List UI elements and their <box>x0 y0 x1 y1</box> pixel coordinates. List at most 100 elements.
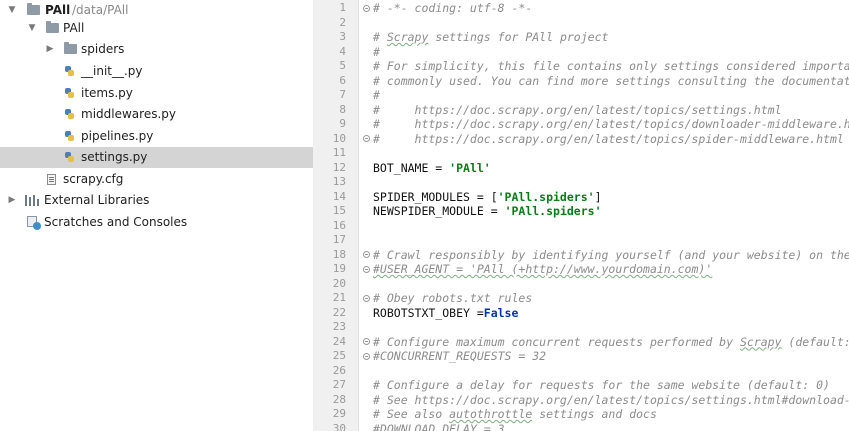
python-file-icon <box>64 87 75 99</box>
code-line[interactable]: #USER_AGENT = 'PAll (+http://www.yourdom… <box>373 262 712 277</box>
line-number: 26 <box>332 363 346 377</box>
code-line[interactable]: #DOWNLOAD_DELAY = 3 <box>373 422 505 431</box>
tree-item-scrapy-cfg[interactable]: scrapy.cfg <box>0 169 313 190</box>
fold-marker-icon[interactable] <box>363 353 370 360</box>
code-line[interactable]: # <box>373 88 380 103</box>
tree-item-pipelines-py[interactable]: pipelines.py <box>0 126 313 147</box>
chevron-right-icon[interactable]: ▶ <box>7 190 17 211</box>
code-token: ROBOTSTXT_OBEY = <box>373 305 484 320</box>
tree-item-items-py[interactable]: items.py <box>0 83 313 104</box>
tree-item-label: items.py <box>81 86 133 100</box>
code-token: Scrapy <box>386 30 429 44</box>
code-line[interactable]: # <box>373 45 380 60</box>
tree-item-middlewares-py[interactable]: middlewares.py <box>0 104 313 125</box>
fold-marker-icon[interactable] <box>363 135 370 142</box>
tree-item-label: spiders <box>81 42 125 56</box>
fold-marker-icon[interactable] <box>363 295 370 302</box>
code-token: 'PAll.spiders' <box>497 189 595 204</box>
code-line[interactable]: # https://doc.scrapy.org/en/latest/topic… <box>373 103 782 118</box>
code-token: 'PAll.spiders' <box>504 204 602 218</box>
tree-item-package[interactable]: ▼ PAll <box>0 18 313 39</box>
code-token: settings for PAll project <box>428 30 609 44</box>
line-number: 18 <box>332 247 346 261</box>
python-file-icon <box>64 130 75 142</box>
tree-item-label: PAll <box>63 21 85 35</box>
code-token: # <box>373 30 387 44</box>
code-token: #DOWNLOAD_DELAY = 3 <box>373 421 505 431</box>
code-token: # commonly used. You can find more setti… <box>373 73 849 88</box>
code-line[interactable]: # https://doc.scrapy.org/en/latest/topic… <box>373 132 844 147</box>
line-number: 2 <box>339 15 346 29</box>
code-line[interactable]: #CONCURRENT_REQUESTS = 32 <box>373 349 546 364</box>
line-number: 1 <box>339 1 346 14</box>
line-number: 14 <box>332 189 346 203</box>
fold-marker-icon[interactable] <box>363 251 370 258</box>
code-line[interactable]: # commonly used. You can find more setti… <box>373 74 849 89</box>
line-number: 7 <box>339 88 346 101</box>
code-line[interactable]: # -*- coding: utf-8 -*- <box>373 1 532 16</box>
line-number: 21 <box>332 291 346 304</box>
tree-item-settings-py[interactable]: settings.py <box>0 147 313 168</box>
line-number: 20 <box>332 276 346 290</box>
code-token: settings and docs <box>532 407 657 421</box>
code-line[interactable]: ROBOTSTXT_OBEY =False <box>373 306 518 321</box>
line-number: 25 <box>332 349 346 362</box>
fold-marker-icon[interactable] <box>363 266 370 273</box>
tree-item-external-libraries[interactable]: ▶ External Libraries <box>0 190 313 211</box>
chevron-right-icon[interactable]: ▶ <box>45 39 55 60</box>
code-token: # https://doc.scrapy.org/en/latest/topic… <box>373 117 849 131</box>
line-number: 9 <box>339 117 346 130</box>
code-token: 'PAll' <box>449 160 491 175</box>
code-token: #CONCURRENT_REQUESTS = 32 <box>373 349 547 363</box>
code-line[interactable]: # https://doc.scrapy.org/en/latest/topic… <box>373 117 849 132</box>
code-token: # See also <box>373 407 450 421</box>
line-number: 19 <box>332 262 346 275</box>
code-token: NEWSPIDER_MODULE = <box>373 204 505 218</box>
line-number: 4 <box>339 44 346 58</box>
code-line[interactable]: # See also autothrottle settings and doc… <box>373 407 657 422</box>
code-line[interactable]: # Scrapy settings for PAll project <box>373 30 608 45</box>
code-line[interactable]: # Configure maximum concurrent requests … <box>373 335 849 350</box>
fold-marker-icon[interactable] <box>363 5 370 12</box>
line-number: 6 <box>339 73 346 87</box>
line-number: 17 <box>332 233 346 246</box>
tree-item-init-py[interactable]: __init__.py <box>0 61 313 82</box>
code-token: BOT_NAME = <box>373 160 450 175</box>
code-line[interactable]: # Obey robots.txt rules <box>373 291 532 306</box>
config-file-icon <box>47 174 56 185</box>
line-number: 29 <box>332 407 346 420</box>
code-line[interactable]: # See https://doc.scrapy.org/en/latest/t… <box>373 393 849 408</box>
line-number: 5 <box>339 59 346 72</box>
code-line[interactable]: BOT_NAME = 'PAll' <box>373 161 491 176</box>
line-number: 24 <box>332 334 346 348</box>
line-number: 10 <box>332 131 346 145</box>
line-number-gutter[interactable]: 1 2 3 4 5 6 7 8 9 10 11 12 13 14 15 16 17 18 19 20 21 22 23 24 2… <box>313 0 359 431</box>
tree-item-label: middlewares.py <box>81 107 176 121</box>
code-token: # https://doc.scrapy.org/en/latest/topic… <box>373 102 782 117</box>
line-number: 11 <box>332 146 346 159</box>
line-number: 28 <box>332 392 346 406</box>
code-line[interactable]: # For simplicity, this file contains onl… <box>373 59 849 74</box>
code-line[interactable]: # Crawl responsibly by identifying yours… <box>373 248 849 263</box>
tree-item-label: Scratches and Consoles <box>44 215 188 229</box>
code-editor[interactable]: 1 2 3 4 5 6 7 8 9 10 11 12 13 14 15 16 17 18 19 20 21 22 23 24 2… <box>313 0 849 431</box>
project-tree: ▼ PAll /data/PAll ▼ PAll ▶ spiders __ini… <box>0 0 314 431</box>
code-token: # For simplicity, this file contains onl… <box>373 59 849 73</box>
code-line[interactable]: NEWSPIDER_MODULE = 'PAll.spiders' <box>373 204 602 219</box>
tree-item-label: settings.py <box>81 150 148 164</box>
code-area[interactable]: # -*- coding: utf-8 -*- # Scrapy settings… <box>373 0 849 431</box>
code-token: # See https://doc.scrapy.org/en/latest/t… <box>373 392 849 407</box>
code-token: # Obey robots.txt rules <box>373 291 533 305</box>
python-file-icon <box>64 108 75 120</box>
code-line[interactable]: # Configure a delay for requests for the… <box>373 378 830 393</box>
ide-window: ▼ PAll /data/PAll ▼ PAll ▶ spiders __ini… <box>0 0 849 431</box>
library-icon <box>25 195 39 206</box>
tree-item-scratches[interactable]: Scratches and Consoles <box>0 212 313 233</box>
code-line[interactable]: SPIDER_MODULES = ['PAll.spiders'] <box>373 190 602 205</box>
code-token: (default: 16) <box>788 334 849 349</box>
code-token: False <box>483 305 519 320</box>
tree-item-spiders[interactable]: ▶ spiders <box>0 39 313 60</box>
chevron-down-icon[interactable]: ▼ <box>27 18 37 39</box>
fold-marker-icon[interactable] <box>363 338 370 345</box>
python-file-icon <box>64 65 75 77</box>
